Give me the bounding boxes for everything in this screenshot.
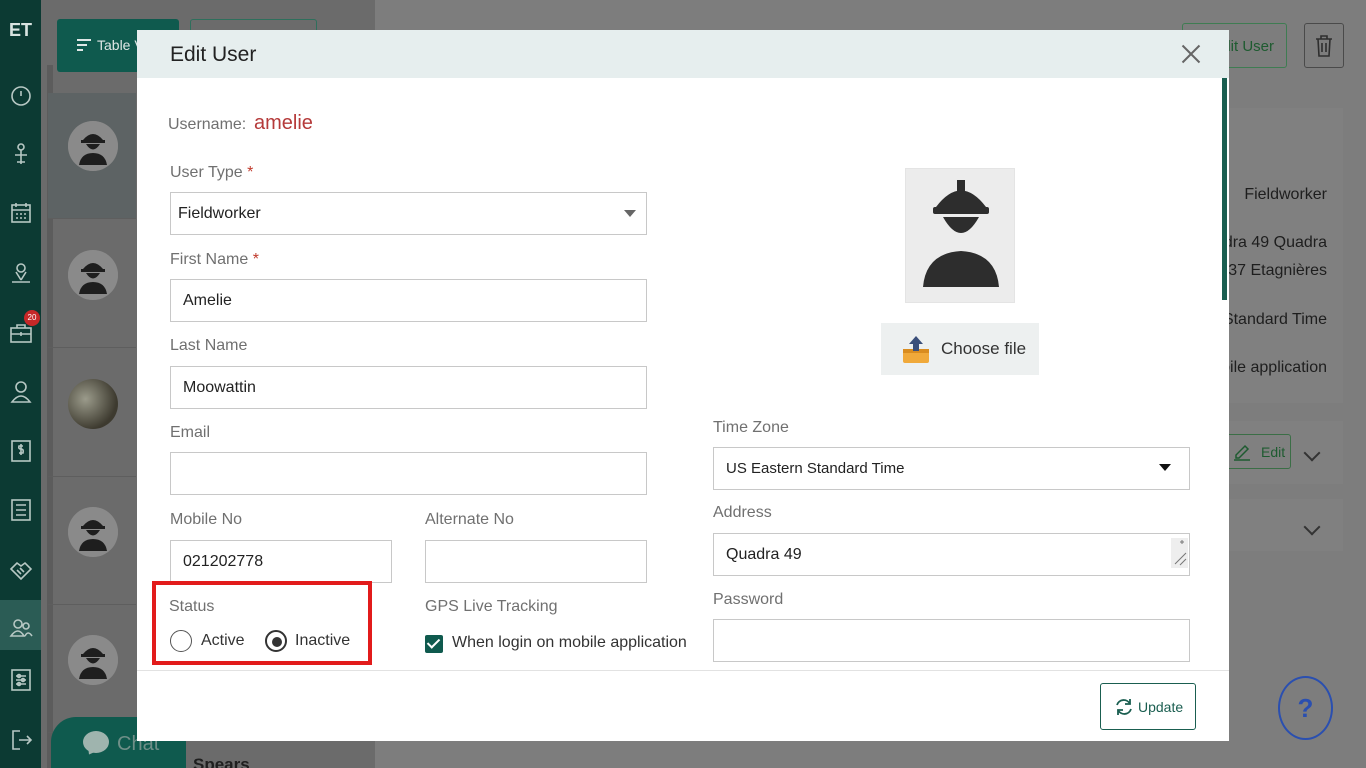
list-icon[interactable] xyxy=(8,497,34,523)
email-label: Email xyxy=(170,424,211,441)
choose-file-label: Choose file xyxy=(941,339,1027,358)
detail-user-type: Fieldworker xyxy=(1244,186,1327,203)
trash-icon xyxy=(1316,35,1332,57)
time-zone-value: US Eastern Standard Time xyxy=(726,460,905,477)
status-inactive-label[interactable]: Inactive xyxy=(295,632,350,650)
filter-lines-icon xyxy=(77,39,91,54)
worker-avatar xyxy=(68,121,118,171)
address-textarea[interactable]: Quadra 49 xyxy=(713,533,1190,576)
detail-gps: bile application xyxy=(1221,359,1327,376)
sidebar: ET 20 xyxy=(0,0,41,768)
section-edit-button[interactable]: Edit xyxy=(1222,434,1291,469)
list-item[interactable] xyxy=(48,607,136,733)
user-details-card: Fieldworker dra 49 Quadra 037 Etagnières… xyxy=(1219,108,1343,403)
edit-icon xyxy=(1234,444,1250,461)
status-label: Status xyxy=(169,598,215,615)
delete-button[interactable] xyxy=(1304,23,1344,68)
required-asterisk: * xyxy=(252,251,259,268)
dropdown-arrow-icon xyxy=(1159,464,1171,471)
worker-avatar xyxy=(68,635,118,685)
username-value: amelie xyxy=(254,112,313,134)
photo-avatar xyxy=(68,379,118,429)
status-inactive-radio[interactable] xyxy=(265,630,287,652)
settings-icon[interactable] xyxy=(8,667,34,693)
calendar-icon[interactable] xyxy=(8,200,34,226)
user-type-value: Fieldworker xyxy=(178,205,261,222)
notification-badge: 20 xyxy=(24,310,40,326)
modal-title: Edit User xyxy=(170,43,257,66)
time-zone-select[interactable]: US Eastern Standard Time xyxy=(713,447,1190,490)
edit-user-modal: Edit User Username: amelie User Type * F… xyxy=(137,30,1229,741)
user-icon[interactable] xyxy=(8,379,34,405)
profile-avatar xyxy=(905,168,1015,303)
list-item[interactable] xyxy=(48,93,136,219)
status-active-label[interactable]: Active xyxy=(201,632,245,650)
address-label: Address xyxy=(713,504,772,521)
list-item-name: Spears xyxy=(193,755,250,768)
worker-avatar xyxy=(68,507,118,557)
first-name-label-text: First Name xyxy=(170,251,249,268)
user-type-label: User Type * xyxy=(170,164,253,182)
handshake-icon[interactable] xyxy=(8,557,34,583)
user-type-select[interactable]: Fieldworker xyxy=(170,192,647,235)
users-icon[interactable] xyxy=(8,615,34,641)
fieldworker-avatar-icon xyxy=(923,180,999,287)
username-label: Username: xyxy=(168,116,247,133)
required-asterisk: * xyxy=(247,164,254,181)
list-item[interactable] xyxy=(48,222,136,348)
list-item[interactable] xyxy=(48,351,136,477)
update-label: Update xyxy=(1138,699,1184,715)
close-icon[interactable] xyxy=(1180,43,1202,65)
help-button[interactable]: ? xyxy=(1278,676,1333,740)
upload-icon xyxy=(903,336,929,363)
detail-time-zone: Standard Time xyxy=(1222,311,1327,328)
alternate-no-input[interactable] xyxy=(425,540,647,583)
section-edit-label: Edit xyxy=(1261,444,1286,460)
modal-scrollbar[interactable] xyxy=(1222,78,1227,300)
logout-icon[interactable] xyxy=(8,727,34,753)
modal-footer-divider xyxy=(137,670,1229,671)
refresh-icon xyxy=(1116,699,1132,715)
dashboard-icon[interactable] xyxy=(8,83,34,109)
user-type-label-text: User Type xyxy=(170,164,243,181)
last-name-label: Last Name xyxy=(170,337,248,354)
detail-address-line1: dra 49 Quadra xyxy=(1223,234,1327,251)
section-card xyxy=(1228,499,1343,551)
first-name-label: First Name * xyxy=(170,251,259,269)
status-active-radio[interactable] xyxy=(170,630,192,652)
gps-checkbox[interactable] xyxy=(425,635,443,653)
first-name-input[interactable]: Amelie xyxy=(170,279,647,322)
mobile-no-label: Mobile No xyxy=(170,511,243,528)
mobile-no-input[interactable]: 021202778 xyxy=(170,540,392,583)
pin-icon[interactable] xyxy=(8,141,34,167)
gps-option-label[interactable]: When login on mobile application xyxy=(452,634,687,652)
detail-address-line2: 037 Etagnières xyxy=(1219,262,1327,279)
status-highlight-box xyxy=(152,581,372,665)
password-input[interactable] xyxy=(713,619,1190,662)
update-button[interactable]: Update xyxy=(1100,683,1196,730)
map-icon[interactable] xyxy=(8,259,34,285)
gps-label: GPS Live Tracking xyxy=(425,598,558,615)
chat-bubble-icon xyxy=(83,731,109,753)
password-label: Password xyxy=(713,591,784,608)
list-item[interactable] xyxy=(48,479,136,605)
time-zone-label: Time Zone xyxy=(713,419,789,436)
resize-grip-icon[interactable] xyxy=(1171,538,1188,568)
modal-header: Edit User xyxy=(137,30,1229,78)
invoice-icon[interactable] xyxy=(8,438,34,464)
alternate-no-label: Alternate No xyxy=(425,511,514,528)
last-name-input[interactable]: Moowattin xyxy=(170,366,647,409)
app-logo: ET xyxy=(8,20,32,40)
dropdown-arrow-icon xyxy=(624,210,636,217)
email-input[interactable] xyxy=(170,452,647,495)
choose-file-button[interactable]: Choose file xyxy=(881,323,1039,375)
worker-avatar xyxy=(68,250,118,300)
